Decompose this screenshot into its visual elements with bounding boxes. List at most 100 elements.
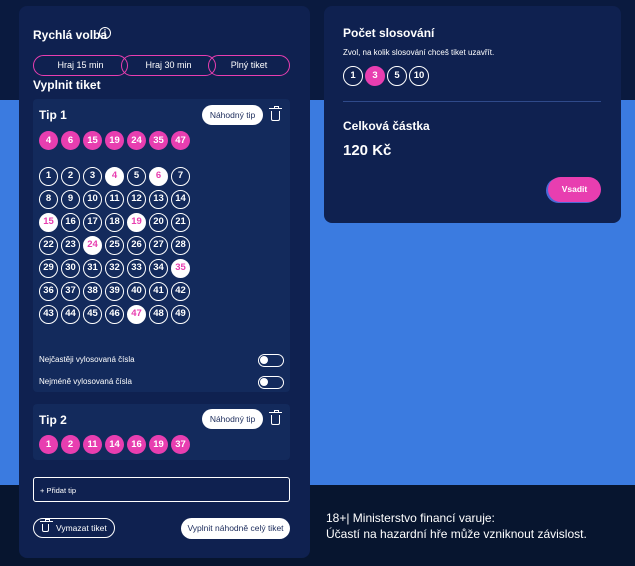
draw-option-10[interactable]: 10 [409, 66, 429, 86]
selected-number-chip[interactable]: 6 [61, 131, 80, 150]
selected-number-chip[interactable]: 14 [105, 435, 124, 454]
number-ball[interactable]: 40 [127, 282, 146, 301]
number-ball[interactable]: 31 [83, 259, 102, 278]
selected-number-chip[interactable]: 16 [127, 435, 146, 454]
tip-1-box: Tip 1 Náhodný tip 4 6 15 19 24 35 47 123456789… [33, 99, 290, 392]
number-ball[interactable]: 6 [149, 167, 168, 186]
number-ball[interactable]: 34 [149, 259, 168, 278]
divider [343, 101, 601, 102]
add-tip-field[interactable]: + Přidat tip [33, 477, 290, 502]
warning-line-1: 18+| Ministerstvo financí varuje: [326, 511, 495, 525]
number-ball[interactable]: 38 [83, 282, 102, 301]
number-ball[interactable]: 11 [105, 190, 124, 209]
number-ball[interactable]: 18 [105, 213, 124, 232]
draws-subtitle: Zvol, na kolik slosování chceš tiket uza… [343, 48, 495, 57]
number-ball[interactable]: 22 [39, 236, 58, 255]
selected-number-chip[interactable]: 37 [171, 435, 190, 454]
number-ball[interactable]: 7 [171, 167, 190, 186]
selected-number-chip[interactable]: 24 [127, 131, 146, 150]
number-ball[interactable]: 17 [83, 213, 102, 232]
fill-ticket-title: Vyplnit tiket [33, 78, 101, 92]
trash-icon [40, 519, 53, 532]
tip-1-title: Tip 1 [39, 108, 67, 122]
draw-option-1[interactable]: 1 [343, 66, 363, 86]
tip-2-random-button[interactable]: Náhodný tip [202, 409, 263, 429]
number-ball[interactable]: 14 [171, 190, 190, 209]
warning-line-2: Účastí na hazardní hře může vzniknout zá… [326, 527, 587, 541]
selected-number-chip[interactable]: 19 [149, 435, 168, 454]
number-ball[interactable]: 12 [127, 190, 146, 209]
number-ball[interactable]: 24 [83, 236, 102, 255]
number-ball[interactable]: 41 [149, 282, 168, 301]
quick-pick-title: Rychlá volba [33, 28, 108, 42]
number-ball[interactable]: 46 [105, 305, 124, 324]
clear-ticket-button[interactable]: Vymazat tiket [33, 518, 115, 538]
bet-button[interactable]: Vsadit [548, 177, 601, 202]
number-ball[interactable]: 27 [149, 236, 168, 255]
selected-number-chip[interactable]: 11 [83, 435, 102, 454]
quick-pick-15min-button[interactable]: Hraj 15 min [33, 55, 128, 76]
number-ball[interactable]: 28 [171, 236, 190, 255]
quick-pick-full-ticket-button[interactable]: Plný tiket [208, 55, 290, 76]
selected-number-chip[interactable]: 15 [83, 131, 102, 150]
summary-panel: Počet slosování Zvol, na kolik slosování… [324, 6, 621, 223]
number-ball[interactable]: 42 [171, 282, 190, 301]
selected-number-chip[interactable]: 19 [105, 131, 124, 150]
number-ball[interactable]: 2 [61, 167, 80, 186]
selected-number-chip[interactable]: 4 [39, 131, 58, 150]
fill-random-ticket-button[interactable]: Vyplnit náhodně celý tiket [181, 518, 290, 539]
number-ball[interactable]: 8 [39, 190, 58, 209]
number-ball[interactable]: 30 [61, 259, 80, 278]
number-ball[interactable]: 10 [83, 190, 102, 209]
draw-option-5[interactable]: 5 [387, 66, 407, 86]
number-ball[interactable]: 33 [127, 259, 146, 278]
total-amount: 120 Kč [343, 142, 392, 159]
selected-number-chip[interactable]: 1 [39, 435, 58, 454]
number-ball[interactable]: 23 [61, 236, 80, 255]
number-ball[interactable]: 3 [83, 167, 102, 186]
tip-1-random-button[interactable]: Náhodný tip [202, 105, 263, 125]
number-ball[interactable]: 5 [127, 167, 146, 186]
selected-number-chip[interactable]: 35 [149, 131, 168, 150]
total-label: Celková částka [343, 119, 430, 133]
number-ball[interactable]: 13 [149, 190, 168, 209]
quick-pick-30min-button[interactable]: Hraj 30 min [121, 55, 216, 76]
gambling-warning: 18+| Ministerstvo financí varuje: Účastí… [326, 510, 587, 542]
tip-1-delete-icon[interactable] [269, 106, 282, 121]
clear-ticket-label: Vymazat tiket [56, 523, 107, 533]
number-ball[interactable]: 25 [105, 236, 124, 255]
number-ball[interactable]: 39 [105, 282, 124, 301]
number-ball[interactable]: 16 [61, 213, 80, 232]
most-drawn-toggle[interactable] [258, 354, 284, 367]
tip-2-delete-icon[interactable] [269, 410, 282, 425]
most-drawn-label: Nejčastěji vylosovaná čísla [39, 355, 135, 364]
number-ball[interactable]: 1 [39, 167, 58, 186]
number-ball[interactable]: 9 [61, 190, 80, 209]
number-ball[interactable]: 29 [39, 259, 58, 278]
number-ball[interactable]: 19 [127, 213, 146, 232]
number-ball[interactable]: 43 [39, 305, 58, 324]
number-ball[interactable]: 36 [39, 282, 58, 301]
number-ball[interactable]: 21 [171, 213, 190, 232]
number-ball[interactable]: 48 [149, 305, 168, 324]
info-icon[interactable]: i [99, 27, 111, 39]
selected-number-chip[interactable]: 47 [171, 131, 190, 150]
number-ball[interactable]: 26 [127, 236, 146, 255]
tip-2-box: Tip 2 Náhodný tip 1 2 11 14 16 19 37 [33, 404, 290, 460]
selected-number-chip[interactable]: 2 [61, 435, 80, 454]
least-drawn-toggle[interactable] [258, 376, 284, 389]
number-ball[interactable]: 47 [127, 305, 146, 324]
number-ball[interactable]: 15 [39, 213, 58, 232]
tip-2-title: Tip 2 [39, 413, 67, 427]
least-drawn-label: Nejméně vylosovaná čísla [39, 377, 132, 386]
number-ball[interactable]: 35 [171, 259, 190, 278]
number-ball[interactable]: 37 [61, 282, 80, 301]
draws-title: Počet slosování [343, 26, 435, 40]
number-ball[interactable]: 4 [105, 167, 124, 186]
draw-option-3[interactable]: 3 [365, 66, 385, 86]
number-ball[interactable]: 45 [83, 305, 102, 324]
number-ball[interactable]: 20 [149, 213, 168, 232]
number-ball[interactable]: 49 [171, 305, 190, 324]
number-ball[interactable]: 44 [61, 305, 80, 324]
number-ball[interactable]: 32 [105, 259, 124, 278]
